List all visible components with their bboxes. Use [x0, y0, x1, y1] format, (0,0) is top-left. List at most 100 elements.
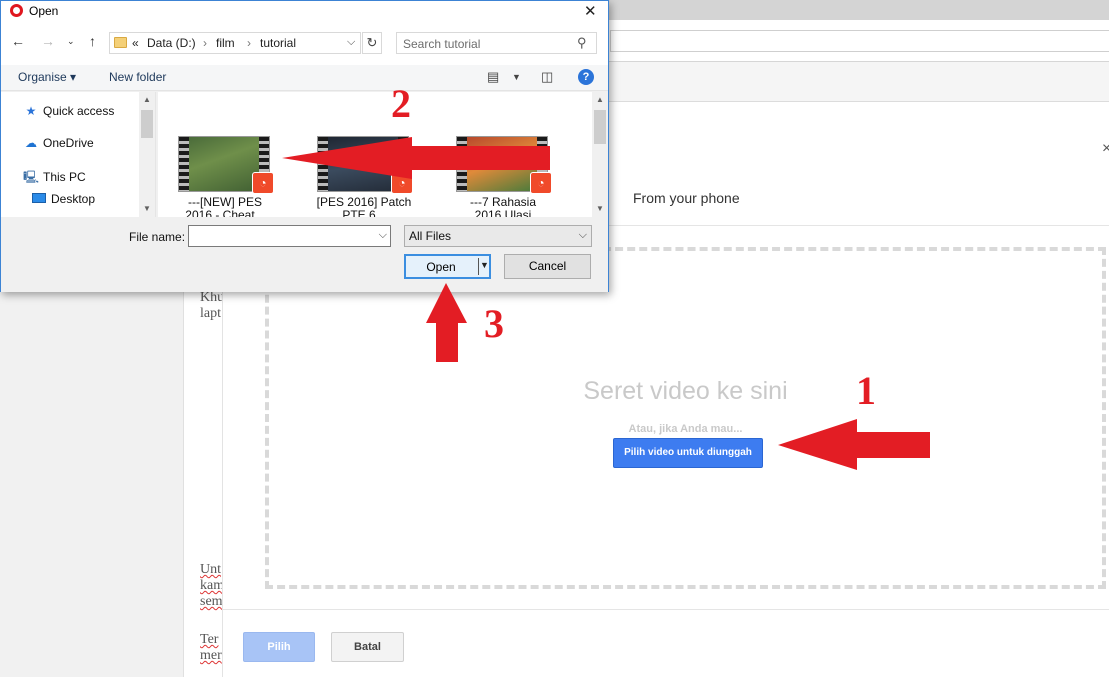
- change-view-icon[interactable]: ▤: [487, 69, 499, 85]
- file-name-label: [PES 2016] Patch PTE 6...: [309, 196, 419, 218]
- dialog-command-bar: Organise ▾ New folder ▤ ▼ ◫ ?: [1, 65, 608, 91]
- address-input[interactable]: [610, 30, 1109, 52]
- file-name-label: ---7 Rahasia ...2016 Ulasi...: [448, 196, 558, 218]
- file-item[interactable]: ◔ ---[NEW] PES 2016 - Cheat...: [178, 136, 280, 217]
- step-number-3: 3: [484, 301, 504, 346]
- nav-item-label: Desktop: [51, 192, 96, 206]
- tab-from-phone[interactable]: From your phone: [633, 190, 740, 206]
- file-name-line: PTE 6...: [342, 208, 386, 218]
- organise-menu[interactable]: Organise ▾: [18, 70, 76, 84]
- film-strip: [179, 137, 189, 191]
- open-button-label: Open: [426, 260, 456, 274]
- file-name-label: File name:: [129, 230, 186, 244]
- scroll-down-icon[interactable]: ▼: [592, 204, 608, 213]
- select-video-button[interactable]: Pilih video untuk diunggah: [613, 438, 763, 468]
- nav-item-this-pc[interactable]: 🖳 This PC: [23, 168, 86, 189]
- file-list-pane: ◔ ---[NEW] PES 2016 - Cheat... ◔ [PES 20…: [158, 92, 608, 217]
- doc-paragraph: Khu lapt: [200, 290, 224, 322]
- scroll-up-icon[interactable]: ▲: [592, 95, 608, 104]
- nav-item-label: This PC: [43, 170, 86, 184]
- nav-pane-scrollbar[interactable]: ▲ ▼: [139, 92, 155, 217]
- cancel-button[interactable]: Cancel: [504, 254, 591, 279]
- search-placeholder: Search tutorial: [403, 37, 481, 51]
- preview-pane-icon[interactable]: ◫: [541, 69, 553, 85]
- file-name-input[interactable]: ⌵: [188, 225, 391, 247]
- file-name-label: ---[NEW] PES 2016 - Cheat...: [170, 196, 280, 218]
- scroll-thumb[interactable]: [141, 110, 153, 138]
- doc-paragraph: Ter mer: [200, 632, 222, 664]
- search-icon: ⚲: [577, 35, 587, 50]
- video-frame: [189, 137, 261, 191]
- select-button[interactable]: Pilih: [243, 632, 315, 662]
- scroll-up-icon[interactable]: ▲: [139, 95, 155, 104]
- breadcrumb-separator-icon: ›: [203, 36, 207, 50]
- modal-footer: Pilih Batal: [223, 609, 1109, 677]
- scroll-down-icon[interactable]: ▼: [139, 204, 155, 213]
- nav-item-desktop[interactable]: Desktop: [31, 192, 95, 206]
- dialog-bottom-bar: File name: ⌵ All Files ⌵ Open ▼ Cancel: [1, 217, 608, 292]
- dropzone-subtitle: Atau, jika Anda mau...: [628, 423, 743, 435]
- film-strip: [318, 137, 328, 191]
- cloud-icon: ☁: [25, 136, 37, 150]
- step-number-2: 2: [391, 81, 411, 126]
- dropzone-title: Seret video ke sini: [583, 377, 788, 405]
- file-type-select[interactable]: All Files ⌵: [404, 225, 592, 247]
- video-frame: [328, 137, 400, 191]
- opera-logo-icon: [10, 4, 23, 17]
- breadcrumb-segment[interactable]: Data (D:): [147, 36, 196, 50]
- breadcrumb[interactable]: « Data (D:) › film › tutorial ⌵: [109, 32, 361, 54]
- close-icon[interactable]: ✕: [584, 2, 597, 20]
- video-frame: [467, 137, 539, 191]
- desktop-icon: [31, 192, 47, 206]
- back-arrow-icon[interactable]: ←: [11, 33, 25, 49]
- file-name-line: ...2016 Ulasi...: [464, 208, 542, 218]
- nav-item-label: Quick access: [43, 104, 115, 118]
- step-number-1: 1: [856, 368, 876, 413]
- file-item[interactable]: ◔ [PES 2016] Patch PTE 6...: [317, 136, 419, 217]
- folder-icon: [114, 37, 127, 48]
- doc-line: Khu: [200, 290, 224, 305]
- breadcrumb-segment[interactable]: tutorial: [260, 36, 296, 50]
- chevron-down-icon: ⌵: [578, 229, 587, 241]
- new-folder-button[interactable]: New folder: [109, 70, 166, 84]
- vlc-icon: ◔: [391, 172, 413, 194]
- vlc-icon: ◔: [530, 172, 552, 194]
- video-dropzone[interactable]: Seret video ke sini Atau, jika Anda mau.…: [265, 247, 1106, 589]
- chevron-down-icon[interactable]: ▼: [512, 72, 521, 82]
- open-options-chevron-icon[interactable]: ▼: [480, 260, 489, 270]
- navigation-pane: ★ Quick access ☁ OneDrive 🖳 This PC Desktop…: [1, 92, 156, 217]
- file-pane-scrollbar[interactable]: ▲ ▼: [592, 92, 608, 217]
- computer-icon: 🖳: [23, 170, 40, 184]
- nav-item-onedrive[interactable]: ☁ OneDrive: [23, 136, 94, 150]
- dialog-navigation-row: ← → ⌄ ↑ « Data (D:) › film › tutorial ⌵ …: [1, 21, 608, 65]
- nav-item-label: OneDrive: [43, 136, 94, 150]
- dialog-titlebar: Open ✕: [1, 1, 608, 21]
- vlc-icon: ◔: [252, 172, 274, 194]
- breadcrumb-separator-icon: ›: [247, 36, 251, 50]
- file-type-value: All Files: [409, 229, 452, 243]
- dialog-title: Open: [29, 4, 59, 18]
- up-arrow-icon[interactable]: ↑: [89, 33, 96, 49]
- forward-arrow-icon[interactable]: →: [41, 33, 55, 49]
- chevron-down-icon[interactable]: ⌵: [347, 36, 355, 49]
- doc-line: kam: [200, 578, 224, 593]
- refresh-icon[interactable]: ↻: [362, 32, 382, 54]
- search-input[interactable]: Search tutorial ⚲: [396, 32, 597, 54]
- split-divider: [478, 258, 479, 275]
- breadcrumb-segment[interactable]: film: [216, 36, 235, 50]
- cancel-button[interactable]: Batal: [331, 632, 404, 662]
- doc-line: sem: [200, 594, 223, 609]
- doc-line: Unt: [200, 562, 221, 577]
- open-button[interactable]: Open ▼: [404, 254, 491, 279]
- help-icon[interactable]: ?: [578, 69, 594, 85]
- star-icon: ★: [25, 104, 37, 118]
- close-icon[interactable]: ×: [1102, 140, 1109, 158]
- nav-item-quick-access[interactable]: ★ Quick access: [23, 104, 115, 118]
- doc-paragraph: Unt kam sem: [200, 562, 224, 610]
- file-item[interactable]: ◔ ---7 Rahasia ...2016 Ulasi...: [456, 136, 558, 217]
- scroll-thumb[interactable]: [594, 110, 606, 144]
- recent-locations-chevron-icon[interactable]: ⌄: [67, 36, 75, 47]
- open-file-dialog: Open ✕ ← → ⌄ ↑ « Data (D:) › film › tuto…: [0, 0, 609, 292]
- chevron-down-icon[interactable]: ⌵: [379, 229, 387, 242]
- breadcrumb-overflow[interactable]: «: [132, 36, 139, 50]
